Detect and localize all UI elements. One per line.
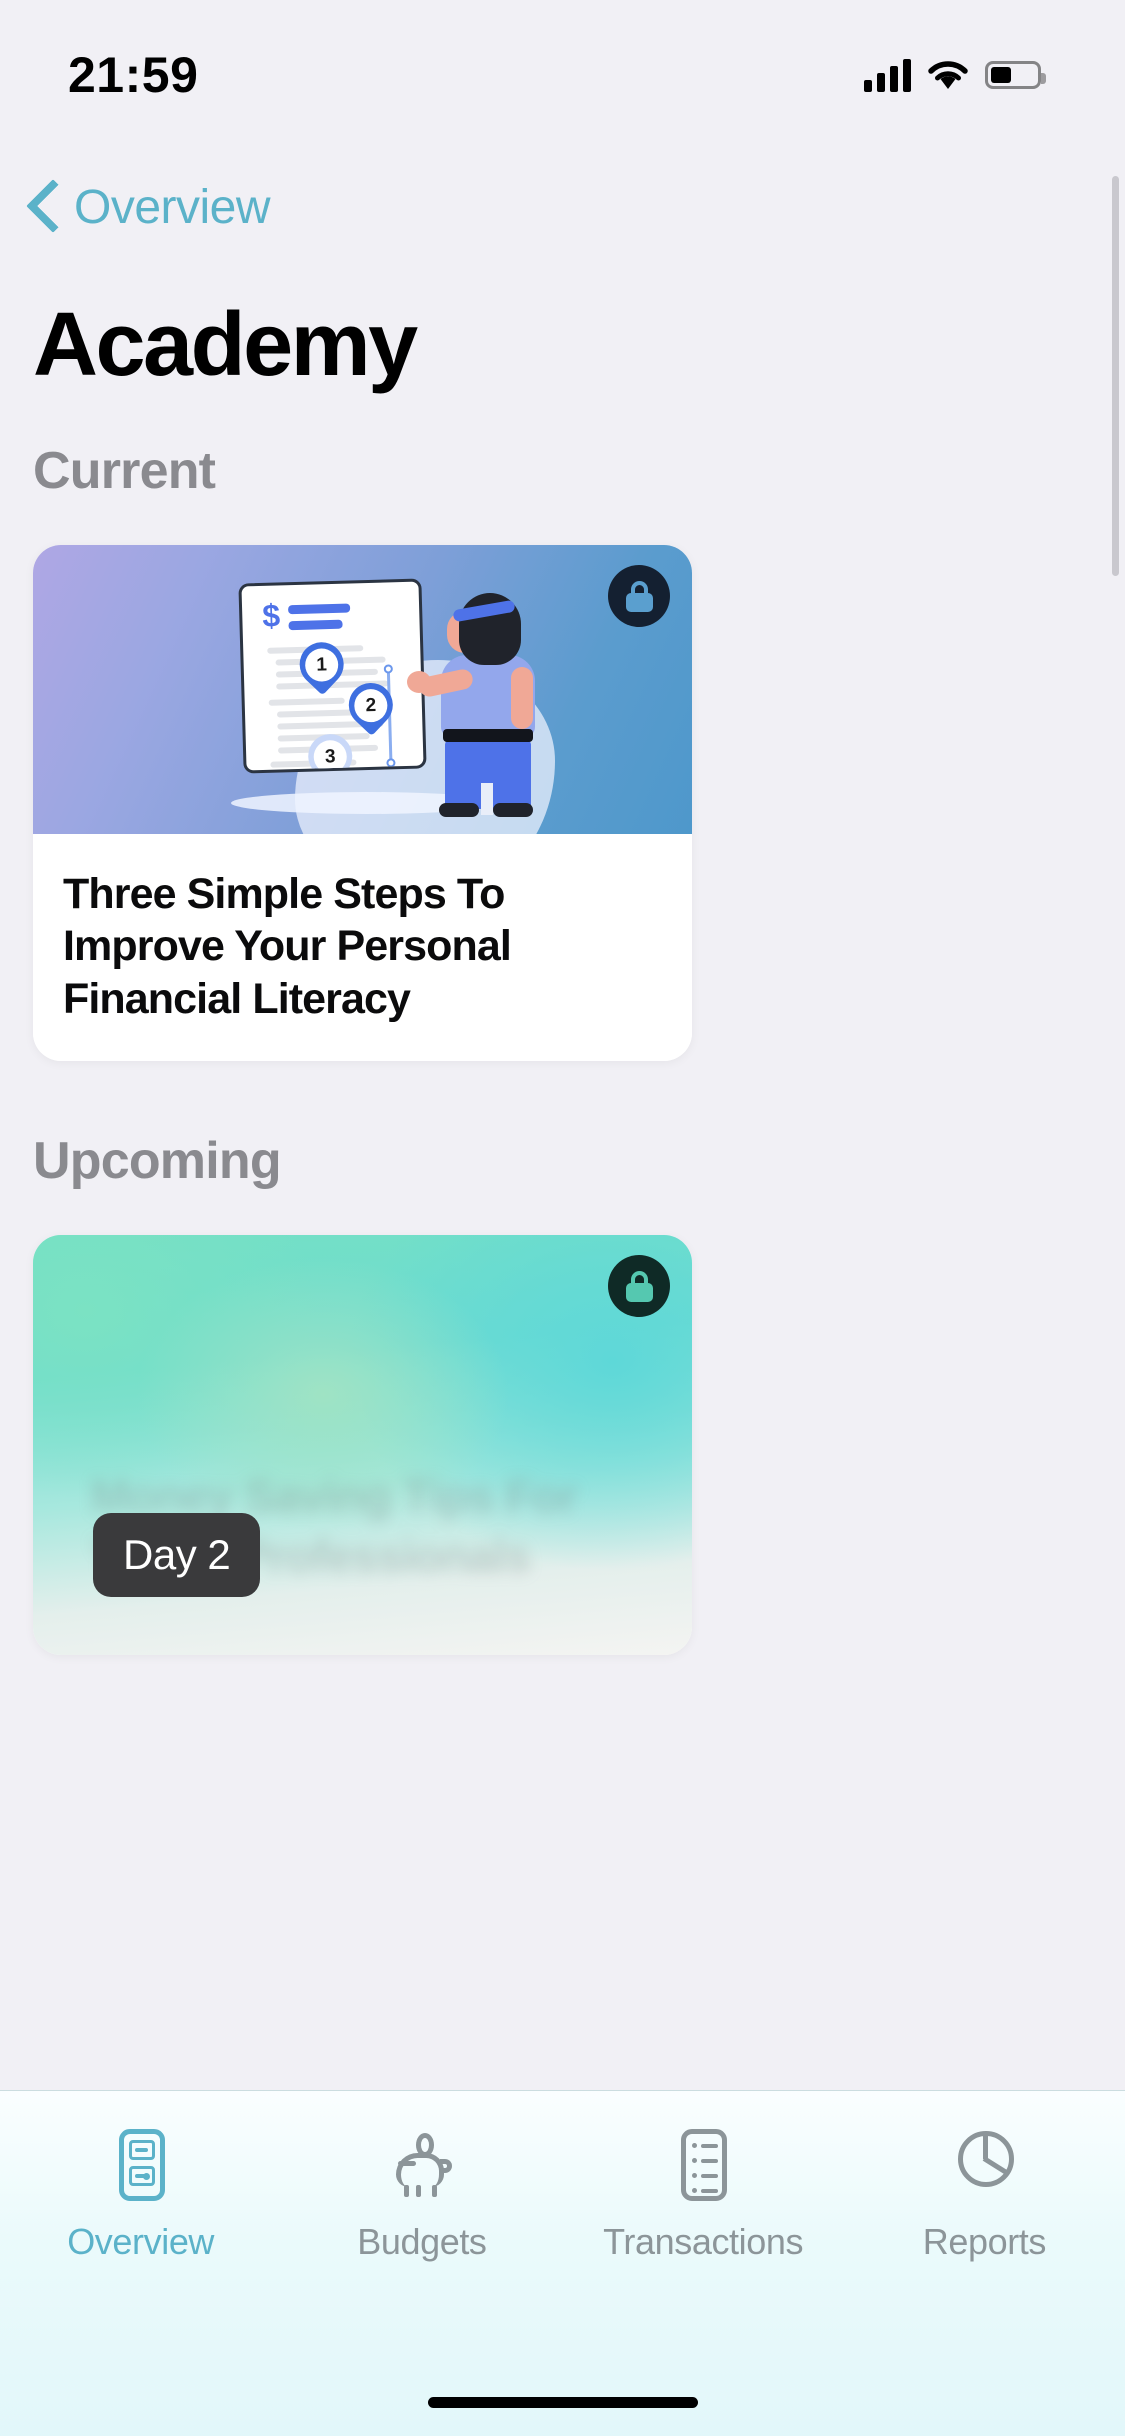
cellular-signal-icon [864,58,911,92]
back-button[interactable]: Overview [26,168,271,246]
whiteboard-illustration: $ 1 2 3 [238,578,427,774]
status-time: 21:59 [68,47,199,103]
card-illustration: $ 1 2 3 [33,545,692,834]
scroll-content[interactable]: Academy Current $ 1 2 3 Three Simple Ste… [0,264,1125,2090]
card-body: Three Simple Steps To Improve Your Perso… [33,834,692,1062]
tab-bar: Overview Budgets Transactions Reports [0,2090,1125,2436]
lock-badge-upcoming[interactable] [608,1255,670,1318]
tab-transactions-label: Transactions [603,2221,804,2262]
tab-reports[interactable]: Reports [844,2125,1125,2305]
status-indicators [864,40,1046,92]
tab-overview-label: Overview [67,2221,215,2262]
wifi-icon [927,59,969,91]
step-pin-3-label: 3 [313,739,348,774]
tab-budgets-label: Budgets [357,2221,487,2262]
scroll-indicator[interactable] [1112,176,1119,576]
status-bar: 21:59 [0,0,1125,132]
section-heading-upcoming: Upcoming [33,1132,282,1191]
presenter-figure [407,593,545,817]
current-lesson-title: Three Simple Steps To Improve Your Perso… [63,870,512,1023]
current-lesson-card[interactable]: $ 1 2 3 Three Simple Steps To Improve Yo… [33,545,692,1062]
tab-overview[interactable]: Overview [0,2125,281,2305]
upcoming-lesson-card[interactable]: Money Saving Tips For Young Professional… [33,1235,692,1656]
page-title: Academy [33,295,418,395]
tab-budgets[interactable]: Budgets [281,2125,562,2305]
piggy-bank-icon [386,2125,458,2205]
day-badge: Day 2 [93,1513,261,1598]
list-icon [667,2125,739,2205]
tab-transactions[interactable]: Transactions [563,2125,844,2305]
step-pin-2-label: 2 [353,687,388,722]
lock-badge-current[interactable] [608,565,670,627]
dollar-symbol: $ [261,597,281,634]
back-button-label: Overview [74,180,271,234]
battery-icon [985,61,1046,89]
tab-reports-label: Reports [922,2221,1047,2262]
pie-chart-icon [948,2125,1020,2205]
home-indicator [427,2397,698,2408]
lock-icon [625,1270,653,1302]
step-pin-1-label: 1 [304,647,339,682]
chevron-left-icon [26,179,60,235]
section-heading-current: Current [33,442,216,500]
lock-icon [625,580,653,612]
overview-icon [105,2125,177,2205]
